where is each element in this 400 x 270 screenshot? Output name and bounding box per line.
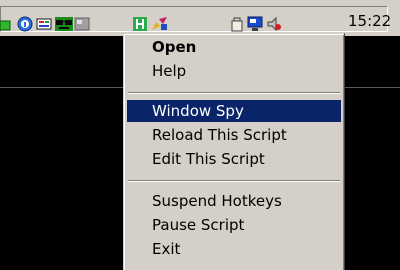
menu-item-pause-script[interactable]: Pause Script — [127, 214, 341, 236]
context-menu: Open Help Window Spy Reload This Script … — [123, 33, 345, 270]
menu-item-help[interactable]: Help — [127, 60, 341, 82]
menu-item-edit-script[interactable]: Edit This Script — [127, 148, 341, 170]
pen-tool-icon[interactable] — [151, 16, 169, 32]
menu-item-exit[interactable]: Exit — [127, 238, 341, 260]
menu-separator — [128, 92, 340, 94]
menu-item-reload-script[interactable]: Reload This Script — [127, 124, 341, 146]
menu-item-window-spy[interactable]: Window Spy — [127, 100, 341, 122]
grey-app-icon[interactable] — [74, 16, 90, 32]
speaker-volume-icon[interactable] — [266, 16, 282, 32]
clock[interactable]: 15:22 — [348, 12, 391, 30]
network-card-icon[interactable] — [36, 16, 52, 32]
system-tray — [0, 6, 388, 32]
bag-icon[interactable] — [229, 16, 245, 32]
green-app-icon[interactable] — [0, 16, 14, 32]
monitor-icon[interactable] — [247, 16, 263, 32]
green-h-icon[interactable] — [132, 16, 148, 32]
menu-separator — [128, 180, 340, 182]
menu-item-suspend-hotkeys[interactable]: Suspend Hotkeys — [127, 190, 341, 212]
blue-info-icon[interactable] — [17, 16, 33, 32]
menu-item-open[interactable]: Open — [127, 36, 341, 58]
sunglasses-icon[interactable] — [55, 16, 73, 32]
taskbar: 15:22 — [0, 0, 400, 36]
